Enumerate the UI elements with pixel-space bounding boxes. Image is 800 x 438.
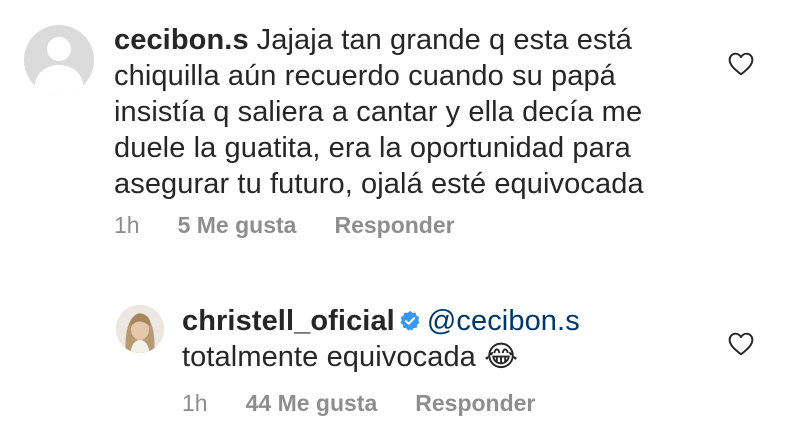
heart-icon[interactable]: [728, 332, 754, 356]
reply-button[interactable]: Responder: [415, 390, 535, 417]
verified-badge-icon: [400, 310, 420, 331]
likes-count[interactable]: 44 Me gusta: [246, 390, 378, 417]
likes-count[interactable]: 5 Me gusta: [178, 212, 297, 239]
profile-photo: [116, 305, 164, 353]
laughing-emoji-icon: 😂: [484, 341, 519, 373]
comment: cecibon.s Jajaja tan grande q esta está c…: [0, 0, 800, 260]
comment-username[interactable]: christell_oficial: [182, 305, 395, 337]
comment-username[interactable]: cecibon.s: [114, 24, 249, 56]
comment-body: totalmente equivocada: [182, 341, 476, 373]
comment-time: 1h: [114, 212, 140, 238]
comment-meta: 1h 44 Me gusta Responder: [182, 390, 535, 417]
mention-link[interactable]: @cecibon.s: [427, 305, 580, 337]
default-avatar-icon[interactable]: [24, 25, 94, 95]
comment-text: christell_oficial @cecibon.s totalmente …: [182, 303, 702, 375]
reply-comment: christell_oficial @cecibon.s totalmente …: [0, 290, 800, 438]
comment-text: cecibon.s Jajaja tan grande q esta está c…: [114, 22, 694, 202]
heart-icon[interactable]: [728, 52, 754, 76]
reply-button[interactable]: Responder: [334, 212, 454, 239]
comment-time: 1h: [182, 390, 208, 416]
comment-meta: 1h 5 Me gusta Responder: [114, 212, 455, 239]
avatar[interactable]: [116, 305, 164, 353]
